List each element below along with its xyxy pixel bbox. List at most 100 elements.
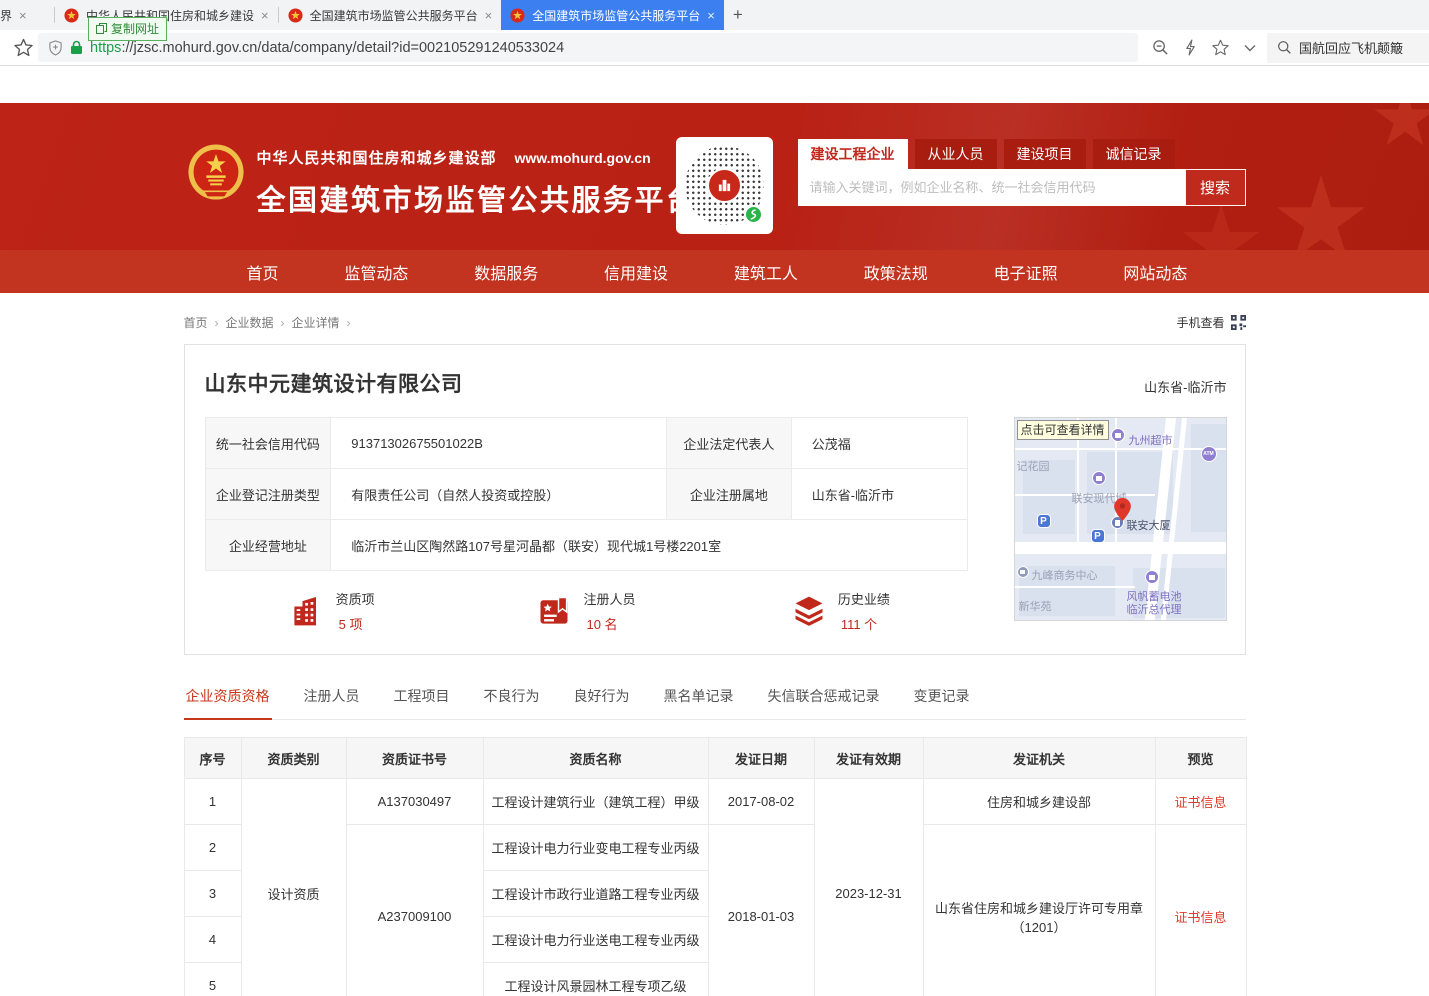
- stat-qualifications[interactable]: 资质项 5 项: [205, 589, 459, 633]
- browser-tab-0[interactable]: 界 ×: [0, 0, 54, 30]
- layers-icon: [791, 593, 827, 629]
- tab-blacklist[interactable]: 黑名单记录: [662, 680, 736, 719]
- atm-poi-icon: ATM: [1201, 446, 1217, 462]
- map-label-supermarket: 九州超市: [1129, 432, 1173, 448]
- table-row: 企业登记注册类型 有限责任公司（自然人投资或控股） 企业注册属地 山东省-临沂市: [205, 469, 967, 520]
- legal-rep-value: 公茂福: [791, 418, 967, 469]
- table-row: 企业经营地址 临沂市兰山区陶然路107号星河晶都（联安）现代城1号楼2201室: [205, 520, 967, 571]
- company-stats: 资质项 5 项 注册人员 10 名: [205, 589, 968, 633]
- search-category-tabs: 建设工程企业 从业人员 建设项目 诚信记录: [798, 139, 1246, 169]
- cert-number: A237009100: [346, 825, 483, 996]
- search-tab-enterprise[interactable]: 建设工程企业: [798, 139, 908, 169]
- breadcrumb-separator: ›: [347, 316, 351, 330]
- map-label-biz-center: 九峰商务中心: [1032, 567, 1098, 583]
- tab-good-behavior[interactable]: 良好行为: [572, 680, 632, 719]
- browser-tab-2[interactable]: 全国建筑市场监管公共服务平台 ×: [279, 0, 502, 30]
- lightning-icon[interactable]: [1184, 39, 1197, 56]
- shield-icon[interactable]: [48, 40, 63, 56]
- certificate-info-link[interactable]: 证书信息: [1174, 795, 1226, 810]
- col-header-no: 序号: [184, 738, 241, 779]
- map-block: [1191, 424, 1227, 532]
- nav-item-policy[interactable]: 政策法规: [864, 260, 928, 284]
- close-icon[interactable]: ×: [261, 9, 269, 22]
- breadcrumb-separator: ›: [215, 316, 219, 330]
- ministry-name: 中华人民共和国住房和城乡建设部: [257, 147, 497, 168]
- validity-date: 2023-12-31: [814, 779, 923, 996]
- battery-poi-icon: [1145, 570, 1159, 584]
- stat-historical-performance[interactable]: 历史业绩 111 个: [713, 589, 967, 633]
- stat-value: 111 个: [838, 614, 890, 633]
- tab-projects[interactable]: 工程项目: [392, 680, 452, 719]
- tab-change-records[interactable]: 变更记录: [912, 680, 972, 719]
- map-label-garden: 记花园: [1017, 458, 1050, 474]
- favorite-star-icon[interactable]: [1212, 39, 1229, 56]
- lock-icon: [70, 40, 83, 55]
- issuing-authority: 住房和城乡建设部: [923, 779, 1155, 825]
- nav-item-credit[interactable]: 信用建设: [604, 260, 668, 284]
- tab-strip: 界 × 中华人民共和国住房和城乡建设 × 全国建筑市场监管公共服务平台 × 全国…: [0, 0, 1429, 30]
- tab-qualifications[interactable]: 企业资质资格: [184, 680, 272, 720]
- breadcrumb-home[interactable]: 首页: [184, 314, 208, 331]
- breadcrumb-company-detail[interactable]: 企业详情: [292, 314, 340, 331]
- nav-item-site-news[interactable]: 网站动态: [1123, 260, 1187, 284]
- breadcrumb-separator: ›: [281, 316, 285, 330]
- col-header-issue-date: 发证日期: [708, 738, 814, 779]
- nav-item-e-license[interactable]: 电子证照: [994, 260, 1058, 284]
- header-search: 建设工程企业 从业人员 建设项目 诚信记录 搜索: [798, 139, 1246, 206]
- certificate-icon: [536, 593, 572, 629]
- mobile-view-label: 手机查看: [1176, 314, 1224, 331]
- zoom-out-icon[interactable]: [1152, 39, 1169, 56]
- tab-registered-personnel[interactable]: 注册人员: [302, 680, 362, 719]
- close-icon[interactable]: ×: [19, 9, 27, 22]
- map-label-xinhua: 新华苑: [1019, 598, 1052, 614]
- breadcrumb-company-data[interactable]: 企业数据: [226, 314, 274, 331]
- emblem-favicon-icon: [288, 8, 303, 23]
- emblem-favicon-icon: [510, 8, 525, 23]
- platform-title: 全国建筑市场监管公共服务平台: [257, 177, 698, 219]
- qualification-name: 工程设计风景园林工程专项乙级: [483, 963, 708, 996]
- tab-bad-behavior[interactable]: 不良行为: [482, 680, 542, 719]
- stat-label: 历史业绩: [838, 589, 890, 608]
- search-input[interactable]: [798, 169, 1185, 206]
- mobile-view-link[interactable]: 手机查看: [1176, 314, 1245, 331]
- credit-code-value: 91371302675501022B: [331, 418, 667, 469]
- address-bar[interactable]: https://jzsc.mohurd.gov.cn/data/company/…: [38, 33, 1138, 62]
- col-header-name: 资质名称: [483, 738, 708, 779]
- qr-code-icon: [1231, 315, 1246, 330]
- new-tab-button[interactable]: +: [724, 0, 752, 30]
- tab-title: 全国建筑市场监管公共服务平台: [532, 7, 700, 24]
- address-value: 临沂市兰山区陶然路107号星河晶都（联安）现代城1号楼2201室: [331, 520, 967, 571]
- stat-registered-personnel[interactable]: 注册人员 10 名: [459, 589, 713, 633]
- table-row: 1 设计资质 A137030497 工程设计建筑行业（建筑工程）甲级 2017-…: [184, 779, 1246, 825]
- building-icon: [289, 593, 325, 629]
- issue-date: 2017-08-02: [708, 779, 814, 825]
- search-tab-credit[interactable]: 诚信记录: [1093, 139, 1175, 169]
- row-no: 2: [184, 825, 241, 871]
- quick-search-text: 国航回应飞机颠簸: [1299, 38, 1403, 57]
- search-tab-personnel[interactable]: 从业人员: [915, 139, 997, 169]
- search-icon: [1277, 40, 1292, 55]
- issuing-authority: 山东省住房和城乡建设厅许可专用章 （1201）: [923, 825, 1155, 996]
- map-detail-hint[interactable]: 点击可查看详情: [1017, 420, 1109, 440]
- tab-dishonesty[interactable]: 失信联合惩戒记录: [766, 680, 882, 719]
- nav-item-home[interactable]: 首页: [247, 260, 279, 284]
- search-tab-project[interactable]: 建设项目: [1004, 139, 1086, 169]
- close-icon[interactable]: ×: [485, 9, 493, 22]
- nav-item-workers[interactable]: 建筑工人: [734, 260, 798, 284]
- certificate-info-link[interactable]: 证书信息: [1174, 910, 1226, 925]
- tab-title: 界: [0, 7, 12, 24]
- bookmark-star-icon[interactable]: [8, 38, 38, 57]
- location-map[interactable]: 点击可查看详情 九州超市 ATM 记花园 联安现代城 联安大厦 P P 九峰商务…: [1014, 417, 1227, 621]
- close-icon[interactable]: ×: [707, 9, 715, 22]
- browser-quick-search[interactable]: 国航回应飞机颠簸: [1267, 33, 1429, 63]
- search-button[interactable]: 搜索: [1185, 169, 1246, 206]
- map-label-battery-2: 临沂总代理: [1127, 601, 1182, 617]
- nav-item-data-service[interactable]: 数据服务: [474, 260, 538, 284]
- breadcrumb: 首页 › 企业数据 › 企业详情 › 手机查看: [184, 314, 1246, 331]
- supermarket-poi-icon: [1111, 428, 1125, 442]
- nav-item-supervision[interactable]: 监管动态: [344, 260, 408, 284]
- row-no: 5: [184, 963, 241, 996]
- browser-tab-active[interactable]: 全国建筑市场监管公共服务平台 ×: [501, 0, 724, 30]
- stat-label: 资质项: [336, 589, 375, 608]
- chevron-down-icon[interactable]: [1244, 44, 1256, 52]
